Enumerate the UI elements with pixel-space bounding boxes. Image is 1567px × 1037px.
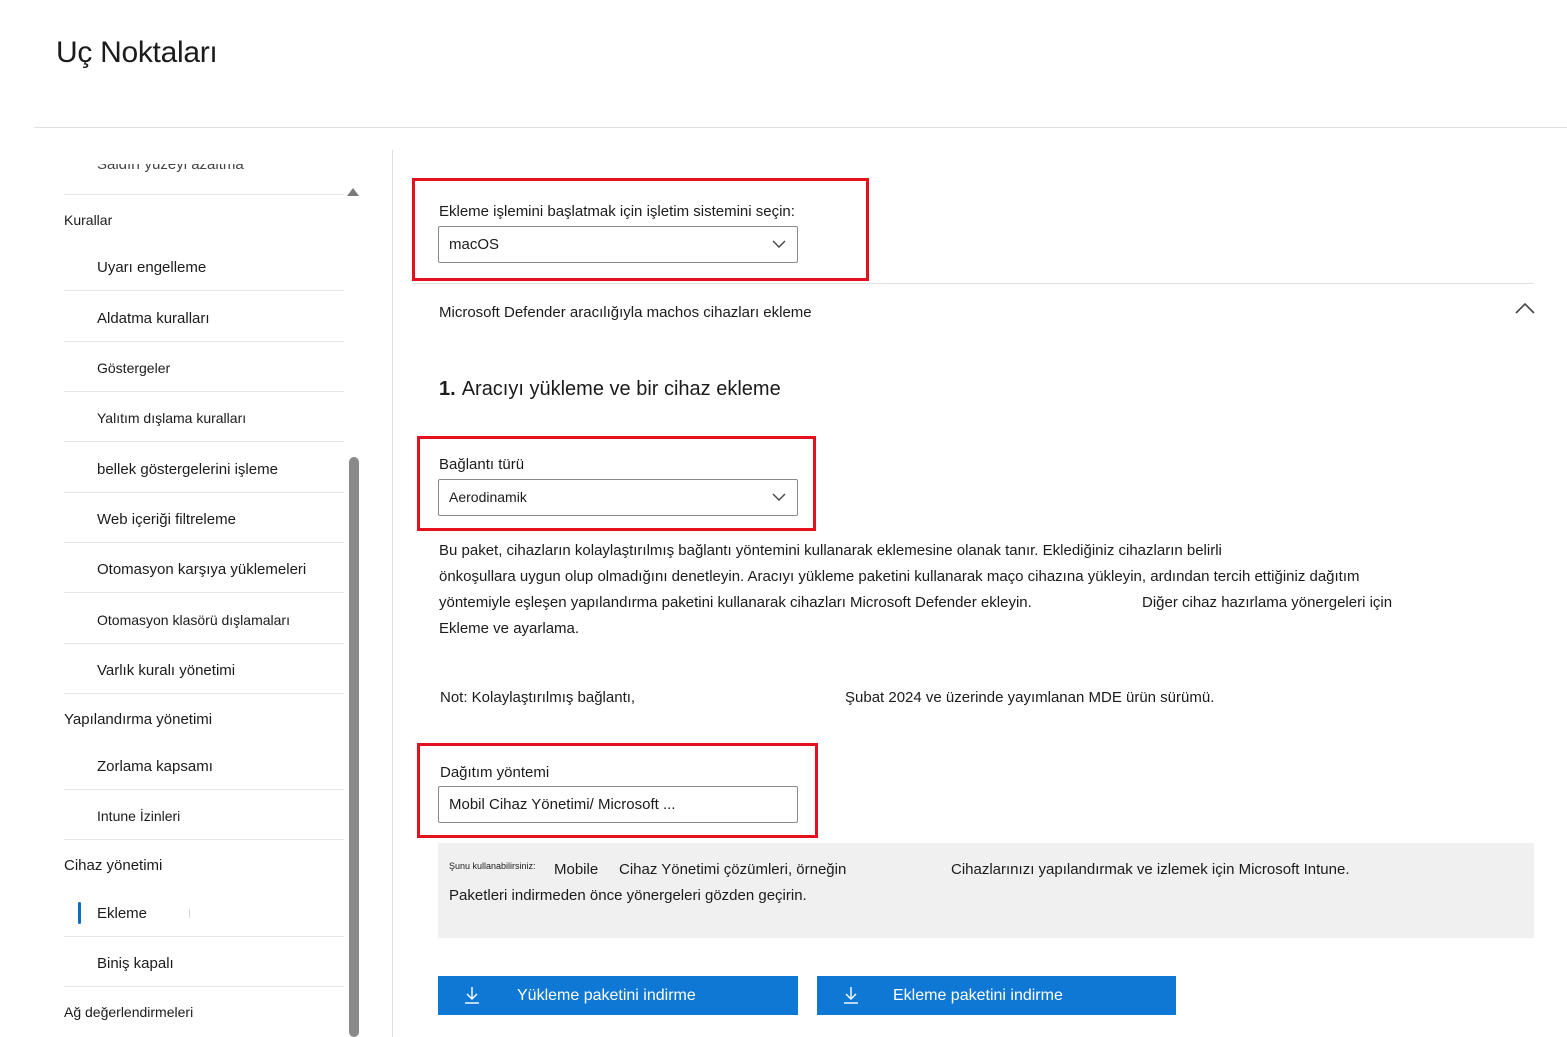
sidebar-item-process-memory[interactable]: bellek göstergelerini işleme (64, 461, 344, 478)
sidebar-section-configuration[interactable]: Yapılandırma yönetimi (64, 711, 344, 728)
sidebar-divider (64, 194, 344, 195)
info-text: Mobile (554, 861, 599, 878)
deployment-method-value: Mobil Cihaz Yönetimi/ Microsoft ... (449, 796, 676, 813)
sidebar-divider (64, 441, 344, 442)
sidebar-item-asset-rule[interactable]: Varlık kuralı yönetimi (64, 662, 344, 679)
description-line: Bu paket, cihazların kolaylaştırılmış ba… (439, 542, 1222, 559)
deployment-method-label: Dağıtım yöntemi (440, 764, 550, 781)
download-icon (465, 987, 479, 1004)
step-title-text: Aracıyı yükleme ve bir cihaz ekleme (461, 378, 781, 400)
sidebar-scrollbar[interactable] (349, 457, 359, 1037)
sidebar-divider (64, 986, 344, 987)
description-line: yöntemiyle eşleşen yapılandırma paketini… (439, 594, 1032, 611)
scroll-up-icon[interactable] (347, 188, 359, 196)
deployment-method-select[interactable]: Mobil Cihaz Yönetimi/ Microsoft ... (438, 786, 798, 823)
sidebar-divider (64, 542, 344, 543)
sidebar-item-deception-rules[interactable]: Aldatma kuralları (64, 310, 344, 327)
sidebar-divider (64, 290, 344, 291)
sidebar-border (392, 150, 393, 1037)
info-text: Cihazlarınızı yapılandırmak ve izlemek i… (951, 861, 1350, 878)
sidebar-divider (64, 492, 344, 493)
sidebar-item-onboarding[interactable]: Ekleme (64, 905, 344, 922)
sidebar-divider (64, 592, 344, 593)
sidebar-divider (64, 693, 344, 694)
header-divider (34, 127, 1567, 128)
sidebar-divider (64, 391, 344, 392)
sidebar-divider (64, 789, 344, 790)
connection-type-select[interactable]: Aerodinamik (438, 479, 798, 516)
guidance-text: Diğer cihaz hazırlama yönergeleri için (1142, 594, 1393, 611)
sidebar-item-indicators[interactable]: Göstergeler (64, 360, 344, 376)
sidebar-divider (64, 643, 344, 644)
description-line: önkoşullara uygun olup olmadığını denetl… (439, 568, 1360, 585)
sidebar-item-isolation-exclusion[interactable]: Yalıtım dışlama kuralları (64, 410, 344, 426)
sidebar-section-network[interactable]: Ağ değerlendirmeleri (64, 1004, 344, 1020)
sidebar-item-intune-permissions[interactable]: Intune İzinleri (64, 808, 344, 824)
sidebar-section-device-management[interactable]: Cihaz yönetimi (64, 857, 344, 874)
sidebar-item-web-content[interactable]: Web içeriği filtreleme (64, 511, 344, 528)
chevron-up-icon[interactable] (1514, 300, 1536, 316)
sidebar-item-auto-uploads[interactable]: Otomasyon karşıya yüklemeleri (64, 561, 344, 578)
section-title: Microsoft Defender aracılığıyla machos c… (439, 304, 812, 321)
download-onboarding-label: Ekleme paketini indirme (893, 987, 1063, 1004)
onboarding-link[interactable]: Ekleme ve ayarlama. (439, 616, 579, 642)
sidebar-item-auto-folder-exclusions[interactable]: Otomasyon klasörü dışlamaları (64, 612, 344, 628)
sidebar-section-rules[interactable]: Kurallar (64, 212, 344, 228)
download-onboarding-package-button[interactable]: Ekleme paketini indirme (817, 976, 1176, 1015)
os-select[interactable]: macOS (438, 226, 798, 263)
sidebar-divider (64, 341, 344, 342)
decorative-mark (189, 909, 190, 918)
connection-type-label: Bağlantı türü (439, 456, 525, 473)
sidebar-divider (64, 839, 344, 840)
sidebar-item-cut[interactable]: Saldırı yüzeyi azaltma (64, 164, 344, 178)
sidebar-item-enforcement-scope[interactable]: Zorlama kapsamı (64, 758, 344, 775)
info-text: Cihaz Yönetimi çözümleri, örneğin (619, 861, 847, 878)
info-text: Paketleri indirmeden önce yönergeleri gö… (449, 887, 807, 904)
chevron-down-icon (772, 240, 786, 248)
note-text: Not: Kolaylaştırılmış bağlantı, (440, 689, 636, 706)
step-title: 1. Aracıyı yükleme ve bir cihaz ekleme (439, 378, 781, 401)
os-select-value: macOS (449, 236, 500, 253)
download-install-package-button[interactable]: Yükleme paketini indirme (438, 976, 798, 1015)
download-install-label: Yükleme paketini indirme (517, 987, 696, 1004)
download-icon (844, 987, 858, 1004)
sidebar-divider (64, 936, 344, 937)
page-title: Uç Noktaları (56, 36, 218, 69)
section-divider (412, 283, 1534, 284)
sidebar-item-alert-suppression[interactable]: Uyarı engelleme (64, 259, 344, 276)
note-version-text: Şubat 2024 ve üzerinde yayımlanan MDE ür… (845, 689, 1215, 706)
chevron-down-icon (772, 493, 786, 501)
connection-type-value: Aerodinamik (449, 489, 527, 505)
sidebar-item-offboarding[interactable]: Biniş kapalı (64, 955, 344, 972)
os-select-label: Ekleme işlemini başlatmak için işletim s… (439, 203, 795, 220)
step-number: 1. (439, 378, 456, 400)
info-small-text: Şunu kullanabilirsiniz: (449, 861, 536, 871)
